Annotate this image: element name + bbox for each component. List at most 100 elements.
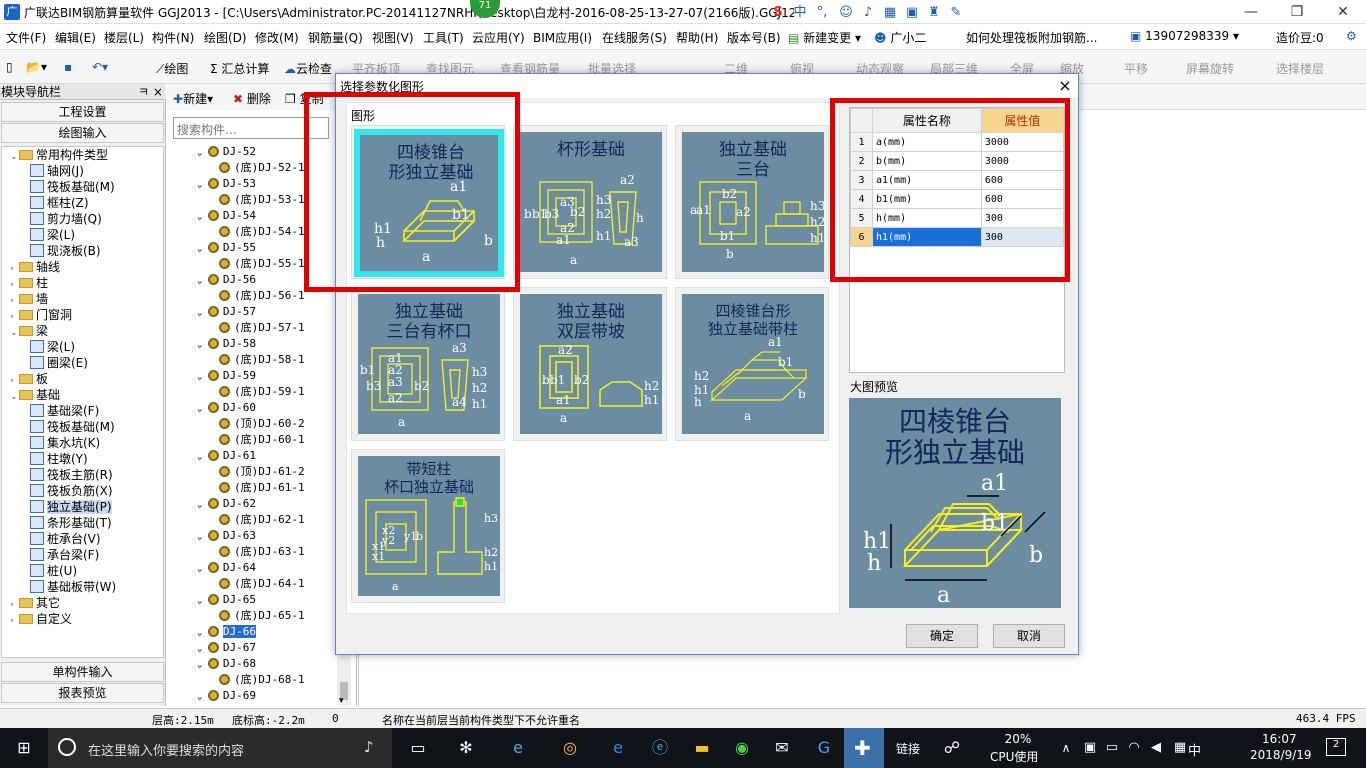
collapse-arrow-icon[interactable]: ⌄: [197, 212, 208, 222]
tree-item[interactable]: 条形基础(T): [10, 515, 116, 531]
minimize-button[interactable]: —: [1228, 0, 1274, 24]
menu-cloud[interactable]: 云应用(Y): [472, 29, 525, 46]
menu-help[interactable]: 帮助(H): [676, 29, 718, 46]
collapse-arrow-icon[interactable]: ⌄: [197, 692, 208, 702]
shape-tile[interactable]: 独立基础 三台有杯口 a1 a2 a3 b1 b3 b2 a2 a3 h3 h2 h1 a4 a: [351, 287, 505, 441]
battery-icon[interactable]: ▭: [1100, 738, 1124, 758]
component-node[interactable]: (底)DJ-65-1: [167, 608, 347, 624]
menu-file[interactable]: 文件(F): [6, 29, 46, 46]
tray-app-icon[interactable]: ▣: [1078, 738, 1102, 758]
tree-item[interactable]: 柱墩(Y): [10, 451, 116, 467]
restore-button[interactable]: ❐: [1274, 0, 1320, 24]
expand-arrow-icon[interactable]: ›: [10, 613, 19, 629]
microphone-icon[interactable]: ♪: [860, 5, 876, 21]
component-node[interactable]: (顶)DJ-61-2: [167, 464, 347, 480]
menu-edit[interactable]: 编辑(E): [55, 29, 96, 46]
collapse-arrow-icon[interactable]: ⌄: [197, 148, 208, 158]
tree-folder[interactable]: › 其它: [10, 595, 116, 611]
tree-folder[interactable]: ⌄ 基础: [10, 387, 116, 403]
price-bean[interactable]: 造价豆:0: [1276, 29, 1324, 46]
collapse-arrow-icon[interactable]: ⌄: [197, 500, 208, 510]
volume-icon[interactable]: ◀: [1144, 738, 1168, 758]
tree-folder[interactable]: ⌄ 梁: [10, 323, 116, 339]
ime-indicator[interactable]: 中: [1188, 740, 1201, 759]
green-app-icon[interactable]: ◉: [730, 738, 754, 758]
cancel-button[interactable]: 取消: [993, 624, 1065, 648]
collapse-arrow-icon[interactable]: ⌄: [197, 340, 208, 350]
new-component-button[interactable]: ✚新建▾: [173, 90, 213, 107]
collapse-arrow-icon[interactable]: ⌄: [10, 389, 19, 405]
wrench-icon[interactable]: ✎: [948, 5, 964, 21]
component-node[interactable]: ⌄ DJ-69: [167, 688, 347, 704]
tree-item[interactable]: 梁(L): [10, 227, 116, 243]
emoji-icon[interactable]: ☺: [838, 5, 854, 21]
ok-button[interactable]: 确定: [906, 624, 978, 648]
tree-item[interactable]: 圈梁(E): [10, 355, 116, 371]
taskbar-link[interactable]: 链接: [896, 740, 920, 757]
menu-online[interactable]: 在线服务(S): [602, 29, 667, 46]
component-node[interactable]: ⌄ DJ-60: [167, 400, 347, 416]
tree-item[interactable]: 筏板主筋(R): [10, 467, 116, 483]
tree-item[interactable]: 桩(U): [10, 563, 116, 579]
tree-item[interactable]: 承台梁(F): [10, 547, 116, 563]
tree-folder[interactable]: › 自定义: [10, 611, 116, 627]
rotate-screen-button[interactable]: 屏幕旋转: [1186, 60, 1234, 77]
menu-rebar[interactable]: 钢筋量(Q): [308, 29, 363, 46]
new-file-icon[interactable]: ▯: [6, 60, 13, 74]
shape-tile[interactable]: 带短柱 杯口独立基础 x2 y2 x1 x1 y1 b h3 h2 h1 a: [351, 449, 505, 603]
file-explorer-icon[interactable]: ▬: [690, 738, 714, 758]
active-app-glodon[interactable]: ✚: [844, 728, 884, 768]
component-node[interactable]: (底)DJ-68-1: [167, 672, 347, 688]
settings-gear-icon[interactable]: ⚙: [1346, 29, 1357, 43]
people-icon[interactable]: ☍: [940, 738, 964, 758]
tray-chevron-icon[interactable]: ∧: [1054, 738, 1078, 758]
menu-draw[interactable]: 绘图(D): [204, 29, 247, 46]
ime-chinese-icon[interactable]: 中: [792, 5, 808, 21]
ie-icon[interactable]: e: [506, 738, 530, 758]
new-change-button[interactable]: ▤ 新建变更 ▾: [788, 29, 861, 46]
collapse-arrow-icon[interactable]: ⌄: [197, 596, 208, 606]
ie-alt-icon[interactable]: ⓔ: [648, 738, 672, 758]
cloud-check-button[interactable]: ☁云检查: [284, 60, 332, 77]
component-node[interactable]: ⌄ DJ-64: [167, 560, 347, 576]
tree-folder[interactable]: › 板: [10, 371, 116, 387]
toolbox-icon[interactable]: ▣: [904, 5, 920, 21]
tree-item[interactable]: 框柱(Z): [10, 195, 116, 211]
ad-link[interactable]: 如何处理筏板附加钢筋...: [966, 29, 1097, 46]
component-node[interactable]: ⌄ DJ-62: [167, 496, 347, 512]
collapse-arrow-icon[interactable]: ⌄: [197, 532, 208, 542]
component-node[interactable]: ⌄ DJ-67: [167, 640, 347, 656]
menu-modify[interactable]: 修改(M): [255, 29, 299, 46]
collapse-arrow-icon[interactable]: ⌄: [197, 452, 208, 462]
component-node[interactable]: (底)DJ-58-1: [167, 352, 347, 368]
pan-button[interactable]: 平移: [1124, 60, 1148, 77]
wifi-icon[interactable]: ◠: [1122, 738, 1146, 758]
user-account[interactable]: ▣ 13907298339 ▾: [1130, 29, 1239, 43]
collapse-arrow-icon[interactable]: ⌄: [197, 244, 208, 254]
shape-tile[interactable]: 杯形基础 a2 b b1 b3 b2 a3 a2 a1 h3 h2 h1 h a3 a: [513, 125, 667, 279]
tree-item[interactable]: 基础梁(F): [10, 403, 116, 419]
punctuation-icon[interactable]: °,: [814, 5, 830, 21]
tree-item[interactable]: 基础板带(W): [10, 579, 116, 595]
collapse-arrow-icon[interactable]: ⌄: [197, 644, 208, 654]
menu-view[interactable]: 视图(V): [372, 29, 414, 46]
tree-folder[interactable]: › 轴线: [10, 259, 116, 275]
collapse-arrow-icon[interactable]: ⌄: [10, 325, 19, 341]
tree-folder[interactable]: ⌄ 常用构件类型: [10, 147, 116, 163]
tree-folder[interactable]: › 墙: [10, 291, 116, 307]
sogou-icon[interactable]: S: [770, 5, 786, 21]
tree-folder[interactable]: › 柱: [10, 275, 116, 291]
collapse-arrow-icon[interactable]: ⌄: [10, 149, 19, 165]
skin-icon[interactable]: ♜: [926, 5, 942, 21]
select-floor-button[interactable]: 选择楼层: [1276, 60, 1324, 77]
shape-tile[interactable]: 独立基础 三台 b2 b1 a a1 a2 b h3 h2 h1: [675, 125, 829, 279]
tree-item[interactable]: 集水坑(K): [10, 435, 116, 451]
component-node[interactable]: (底)DJ-62-1: [167, 512, 347, 528]
collapse-arrow-icon[interactable]: ⌄: [197, 308, 208, 318]
assistant-button[interactable]: ☻ 广小二: [874, 29, 926, 46]
component-node[interactable]: (顶)DJ-60-2: [167, 416, 347, 432]
clock-date[interactable]: 2018/9/19: [1250, 748, 1312, 762]
dialog-close-button[interactable]: ×: [1054, 75, 1076, 97]
component-node[interactable]: (底)DJ-64-1: [167, 576, 347, 592]
mail-icon[interactable]: ✉: [770, 738, 794, 758]
